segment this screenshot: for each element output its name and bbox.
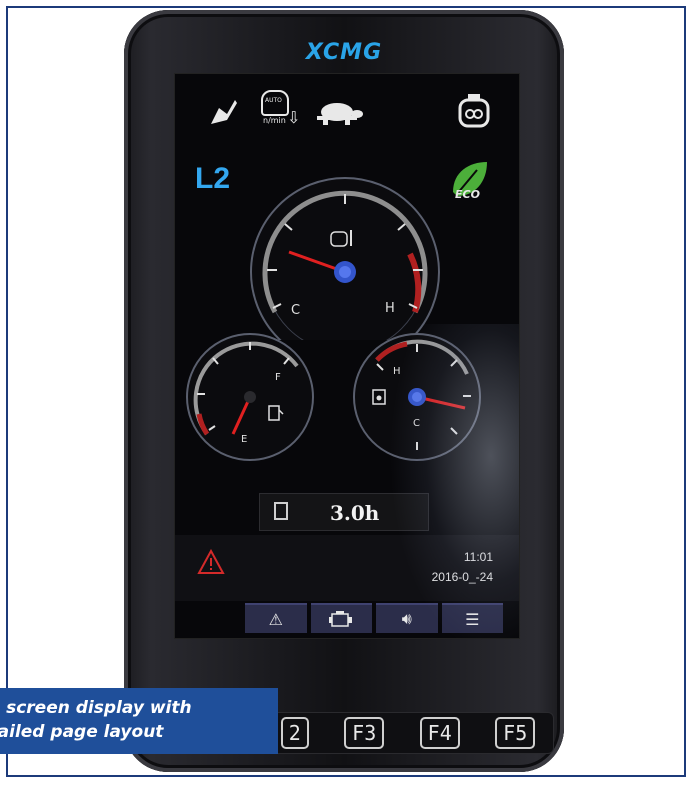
auto-rpm-unit: n/min: [263, 116, 286, 125]
engine-info-button[interactable]: [310, 603, 372, 633]
power-level-indicator: L2: [195, 162, 231, 195]
status-bar: 11:01 2016-0_-24: [175, 535, 519, 601]
engine-preheat-icon: [458, 94, 490, 128]
menu-lines-icon: ☰: [465, 609, 480, 629]
brand-logo: XCMG: [305, 40, 383, 65]
caption-line-2: etailed page layout: [0, 722, 164, 742]
function-key-f3[interactable]: F3: [344, 717, 385, 749]
function-key-panel: 2 F3 F4 F5: [262, 712, 554, 754]
clock-display: 11:01 2016-0_-24: [432, 547, 493, 587]
soft-button-bar: ⚠ 🔊︎ ☰: [245, 603, 503, 633]
oil-cold-label: C: [413, 418, 420, 429]
coolant-hot-label: H: [385, 301, 395, 316]
fuel-gauge: F E: [186, 333, 314, 461]
top-icon-row: AUTO n/min ⇩: [175, 86, 519, 136]
menu-button[interactable]: ☰: [441, 603, 503, 633]
fuel-empty-label: E: [241, 434, 247, 445]
function-key-f4[interactable]: F4: [419, 717, 460, 749]
date-value: 2016-0_-24: [431, 570, 493, 584]
engine-icon: [329, 611, 353, 627]
turtle-slow-icon: [317, 103, 363, 125]
eco-mode-indicator: ECO: [447, 158, 491, 206]
oil-temp-gauge: H C: [353, 333, 481, 461]
hour-meter: 3.0h: [259, 493, 429, 531]
time-value: 11:01: [463, 550, 493, 564]
coolant-cold-label: C: [291, 303, 300, 318]
speaker-icon: 🔊︎: [401, 609, 412, 628]
oil-hot-label: H: [393, 366, 401, 377]
warning-list-button[interactable]: ⚠: [245, 603, 307, 633]
warning-icon: ⚠: [268, 609, 283, 629]
coolant-temp-gauge: C H: [250, 177, 440, 340]
fuel-full-label: F: [275, 372, 281, 383]
auto-idle-icon: AUTO n/min ⇩: [259, 88, 301, 134]
hour-meter-value: 3.0h: [330, 501, 380, 525]
bucket-attachment-icon: [211, 100, 237, 124]
eco-label: ECO: [455, 188, 480, 201]
hourglass-icon: [274, 502, 288, 520]
function-key-f2[interactable]: 2: [280, 717, 309, 749]
warning-alert-icon: [197, 549, 225, 574]
lcd-screen: AUTO n/min ⇩ L2 ECO C H F E H C 3.0h 11:…: [174, 73, 520, 639]
caption-line-1: ch screen display with: [0, 698, 192, 718]
auto-rpm-text: AUTO: [265, 97, 282, 104]
function-key-f5[interactable]: F5: [495, 717, 536, 749]
caption-banner: ch screen display with etailed page layo…: [0, 688, 278, 754]
arrow-down-icon: ⇩: [287, 108, 301, 127]
volume-button[interactable]: 🔊︎: [376, 603, 438, 633]
